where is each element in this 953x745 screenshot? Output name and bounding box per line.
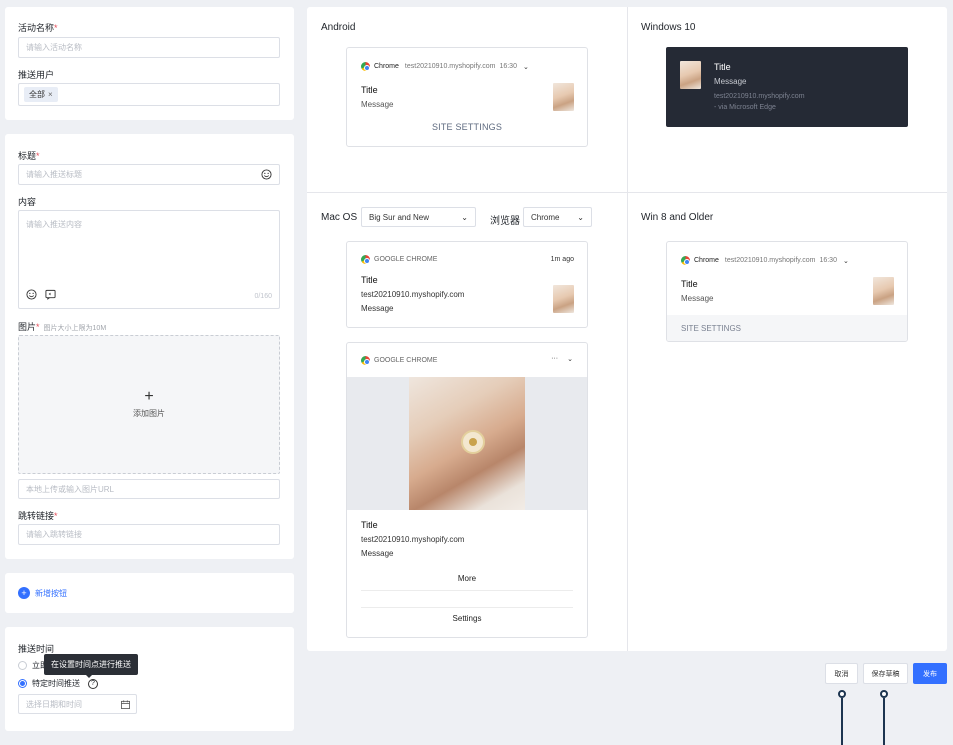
more-button[interactable]: More [347,574,587,583]
chevron-down-icon: ⌄ [842,257,849,265]
add-image-label: 添加图片 [133,409,165,418]
android-notification: Chrome test20210910.myshopify.com 16:30 … [346,47,588,147]
jump-link-input[interactable]: 请输入跳转链接 [18,524,280,545]
mac-notification-expanded: GOOGLE CHROME ··· ⌄ Title test20210910.m… [346,342,588,638]
site-settings-button[interactable]: SITE SETTINGS [667,315,907,341]
close-icon[interactable]: × [48,90,53,99]
add-button-card: + 新增按钮 [5,573,294,613]
insert-variable-icon[interactable] [45,289,56,300]
title-input[interactable]: 请输入推送标题 [18,164,280,185]
help-icon[interactable]: ? [88,678,98,689]
content-textarea[interactable]: 请输入推送内容 0/160 [18,210,280,309]
image-url-input[interactable]: 本地上传或输入图片URL [18,479,280,499]
notification-image [873,277,894,305]
notification-image [553,83,574,111]
chrome-icon [361,255,370,264]
cancel-button[interactable]: 取消 [825,663,858,684]
content-counter: 0/160 [254,293,272,300]
image-label: 图片* 图片大小上限为10M [18,322,107,332]
add-button[interactable]: + 新增按钮 [18,587,67,599]
chevron-down-icon: ⌄ [577,212,584,222]
annotation-pin [880,690,888,698]
more-dots-icon[interactable]: ··· [551,355,558,363]
notification-image [680,61,701,89]
tooltip: 在设置时间点进行推送 [44,654,138,678]
chrome-icon [681,256,690,265]
content-label: 内容 [18,197,37,207]
plus-circle-icon: + [18,587,30,599]
chevron-down-icon: ⌄ [522,63,529,71]
save-draft-button[interactable]: 保存草稿 [863,663,908,684]
mac-notification-compact: GOOGLE CHROME 1m ago Title test20210910.… [346,241,588,328]
windows10-notification: Title Message test20210910.myshopify.com… [666,47,908,127]
win8-pane-title: Win 8 and Older [641,212,714,223]
publish-button[interactable]: 发布 [913,663,947,684]
jump-link-label: 跳转链接* [18,511,58,521]
push-users-label: 推送用户 [18,70,55,80]
activity-name-input[interactable]: 请输入活动名称 [18,37,280,58]
emoji-icon[interactable] [26,289,37,300]
annotation-pin [838,690,846,698]
chrome-icon [361,356,370,365]
emoji-icon[interactable] [261,169,272,180]
site-settings-button[interactable]: SITE SETTINGS [347,122,587,132]
radio-specific-time[interactable]: 特定时间推送 ? [18,678,98,689]
os-version-select[interactable]: Big Sur and New ⌄ [361,207,476,227]
notification-hero-image [347,377,587,510]
chrome-icon [361,62,370,71]
title-label: 标题* [18,151,40,161]
windows10-pane-title: Windows 10 [641,22,696,33]
content-card: 标题* 请输入推送标题 内容 请输入推送内容 0/160 图片* 图片大小上限为1… [5,134,294,559]
macos-pane-title: Mac OS [321,212,358,223]
activity-name-label: 活动名称* [18,23,58,33]
annotation-pin-line [841,698,843,745]
preview-panel: Android Chrome test20210910.myshopify.co… [307,7,947,651]
notification-image [553,285,574,313]
user-tag-all: 全部 × [24,87,58,102]
annotation-pin-line [883,698,885,745]
calendar-icon [121,700,130,711]
push-users-select[interactable]: 全部 × [18,83,280,106]
chevron-down-icon[interactable]: ⌄ [567,355,573,363]
push-time-card: 推送时间 立即 在设置时间点进行推送 特定时间推送 ? 选择日期和时间 [5,627,294,731]
browser-select[interactable]: Chrome ⌄ [523,207,592,227]
win8-notification: Chrome test20210910.myshopify.com 16:30 … [666,241,908,342]
datetime-picker[interactable]: 选择日期和时间 [18,694,137,714]
plus-icon: + [144,388,154,405]
browser-label: 浏览器 [490,216,520,227]
basic-info-card: 活动名称* 请输入活动名称 推送用户 全部 × [5,7,294,120]
image-upload-area[interactable]: + 添加图片 [18,335,280,474]
settings-button[interactable]: Settings [347,614,587,623]
chevron-down-icon: ⌄ [461,212,468,222]
android-pane-title: Android [321,22,356,33]
